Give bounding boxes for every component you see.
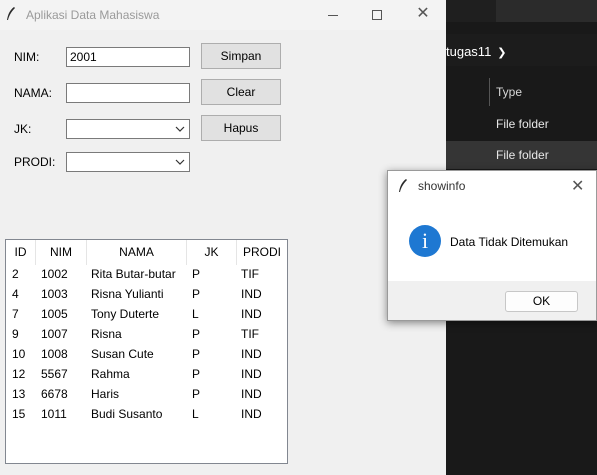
table-cell: Rita Butar-butar (91, 267, 176, 281)
table-cell: L (192, 307, 199, 321)
table-cell: 13 (12, 387, 26, 401)
explorer-column-header[interactable]: Type (446, 78, 597, 106)
table-cell: 9 (12, 327, 19, 341)
table-cell: IND (241, 367, 262, 381)
prodi-label: PRODI: (14, 155, 56, 169)
main-window: Aplikasi Data Mahasiswa ✕ NIM: Simpan NA… (0, 0, 446, 475)
column-header-nama[interactable]: NAMA (87, 240, 187, 265)
table-cell: L (192, 407, 199, 421)
table-cell: IND (241, 407, 262, 421)
table-cell: Tony Duterte (91, 307, 160, 321)
table-row[interactable]: 15 1011 Budi Susanto L IND (6, 405, 287, 425)
table-cell: Haris (91, 387, 120, 401)
breadcrumb-folder[interactable]: tugas11 (446, 44, 491, 59)
prodi-combobox[interactable] (66, 152, 190, 172)
explorer-breadcrumb[interactable]: tugas11 ❯ (446, 34, 597, 66)
table-cell: 2 (12, 267, 19, 281)
table-cell: IND (241, 287, 262, 301)
dialog-title-bar[interactable]: showinfo ✕ (388, 171, 596, 201)
data-treeview[interactable]: ID NIM NAMA JK PRODI 2 1002 Rita Butar-but… (5, 239, 288, 464)
table-cell: Rahma (91, 367, 130, 381)
dialog-body: i Data Tidak Ditemukan (388, 201, 596, 281)
table-cell: 6678 (41, 387, 68, 401)
table-cell: P (192, 327, 201, 341)
column-separator[interactable] (489, 78, 490, 106)
dialog-close-button[interactable]: ✕ (571, 176, 584, 196)
table-cell: P (192, 347, 201, 361)
maximize-button[interactable] (362, 4, 392, 24)
table-cell: Budi Susanto (91, 407, 163, 421)
tk-feather-icon (7, 7, 15, 20)
table-row[interactable]: 10 1008 Susan Cute P IND (6, 345, 287, 365)
table-cell: 7 (12, 307, 19, 321)
column-header-jk[interactable]: JK (187, 240, 237, 265)
minimize-button[interactable] (318, 4, 348, 24)
explorer-row-selected[interactable]: File folder (446, 141, 597, 169)
column-header-nim[interactable]: NIM (36, 240, 87, 265)
hapus-button[interactable]: Hapus (201, 115, 281, 141)
table-cell: 1005 (41, 307, 68, 321)
close-icon: ✕ (571, 178, 585, 195)
jk-label: JK: (14, 122, 32, 136)
table-row[interactable]: 12 5567 Rahma P IND (6, 365, 287, 385)
table-cell: Risna Yulianti (91, 287, 164, 301)
close-icon: ✕ (416, 5, 430, 22)
table-cell: 4 (12, 287, 19, 301)
table-row[interactable]: 2 1002 Rita Butar-butar P TIF (6, 265, 287, 285)
explorer-row[interactable]: File folder (446, 110, 597, 138)
title-bar[interactable]: Aplikasi Data Mahasiswa ✕ (0, 0, 446, 30)
column-header-prodi[interactable]: PRODI (237, 240, 287, 265)
minimize-icon (328, 14, 338, 16)
clear-button[interactable]: Clear (201, 79, 281, 105)
table-cell: P (192, 287, 201, 301)
table-row[interactable]: 13 6678 Haris P IND (6, 385, 287, 405)
table-cell: IND (241, 347, 262, 361)
dialog-message: Data Tidak Ditemukan (450, 235, 569, 249)
table-cell: IND (241, 387, 262, 401)
nama-label: NAMA: (14, 86, 53, 100)
table-cell: 1002 (41, 267, 68, 281)
chevron-down-icon[interactable] (174, 123, 186, 135)
table-cell: 5567 (41, 367, 68, 381)
dialog-title: showinfo (418, 179, 466, 193)
maximize-icon (372, 10, 382, 21)
info-icon: i (409, 225, 441, 257)
chevron-down-icon[interactable] (174, 156, 186, 168)
table-cell: 12 (12, 367, 26, 381)
column-type-label[interactable]: Type (496, 85, 522, 99)
chevron-right-icon: ❯ (497, 47, 507, 59)
table-cell: TIF (241, 327, 259, 341)
table-cell: 1008 (41, 347, 68, 361)
table-cell: 1007 (41, 327, 68, 341)
window-title: Aplikasi Data Mahasiswa (26, 8, 160, 22)
table-cell: P (192, 367, 201, 381)
table-cell: Risna (91, 327, 122, 341)
ok-button[interactable]: OK (505, 291, 578, 312)
table-cell: TIF (241, 267, 259, 281)
close-button[interactable]: ✕ (408, 4, 438, 24)
table-cell: 15 (12, 407, 26, 421)
jk-combobox[interactable] (66, 119, 190, 139)
table-cell: 1003 (41, 287, 68, 301)
table-cell: P (192, 387, 201, 401)
column-header-id[interactable]: ID (6, 240, 36, 265)
table-cell: IND (241, 307, 262, 321)
table-row[interactable]: 9 1007 Risna P TIF (6, 325, 287, 345)
table-row[interactable]: 7 1005 Tony Duterte L IND (6, 305, 287, 325)
table-cell: P (192, 267, 201, 281)
nama-input[interactable] (66, 83, 190, 103)
table-cell: Susan Cute (91, 347, 154, 361)
table-row[interactable]: 4 1003 Risna Yulianti P IND (6, 285, 287, 305)
explorer-tab-bar (446, 0, 597, 22)
table-header: ID NIM NAMA JK PRODI (6, 240, 287, 265)
simpan-button[interactable]: Simpan (201, 43, 281, 69)
table-cell: 1011 (41, 407, 67, 421)
nim-label: NIM: (14, 50, 40, 64)
showinfo-dialog: showinfo ✕ i Data Tidak Ditemukan OK (387, 170, 597, 321)
nim-input[interactable] (66, 47, 190, 67)
table-cell: 10 (12, 347, 26, 361)
tk-feather-icon (399, 179, 407, 192)
explorer-tab[interactable] (446, 0, 496, 22)
